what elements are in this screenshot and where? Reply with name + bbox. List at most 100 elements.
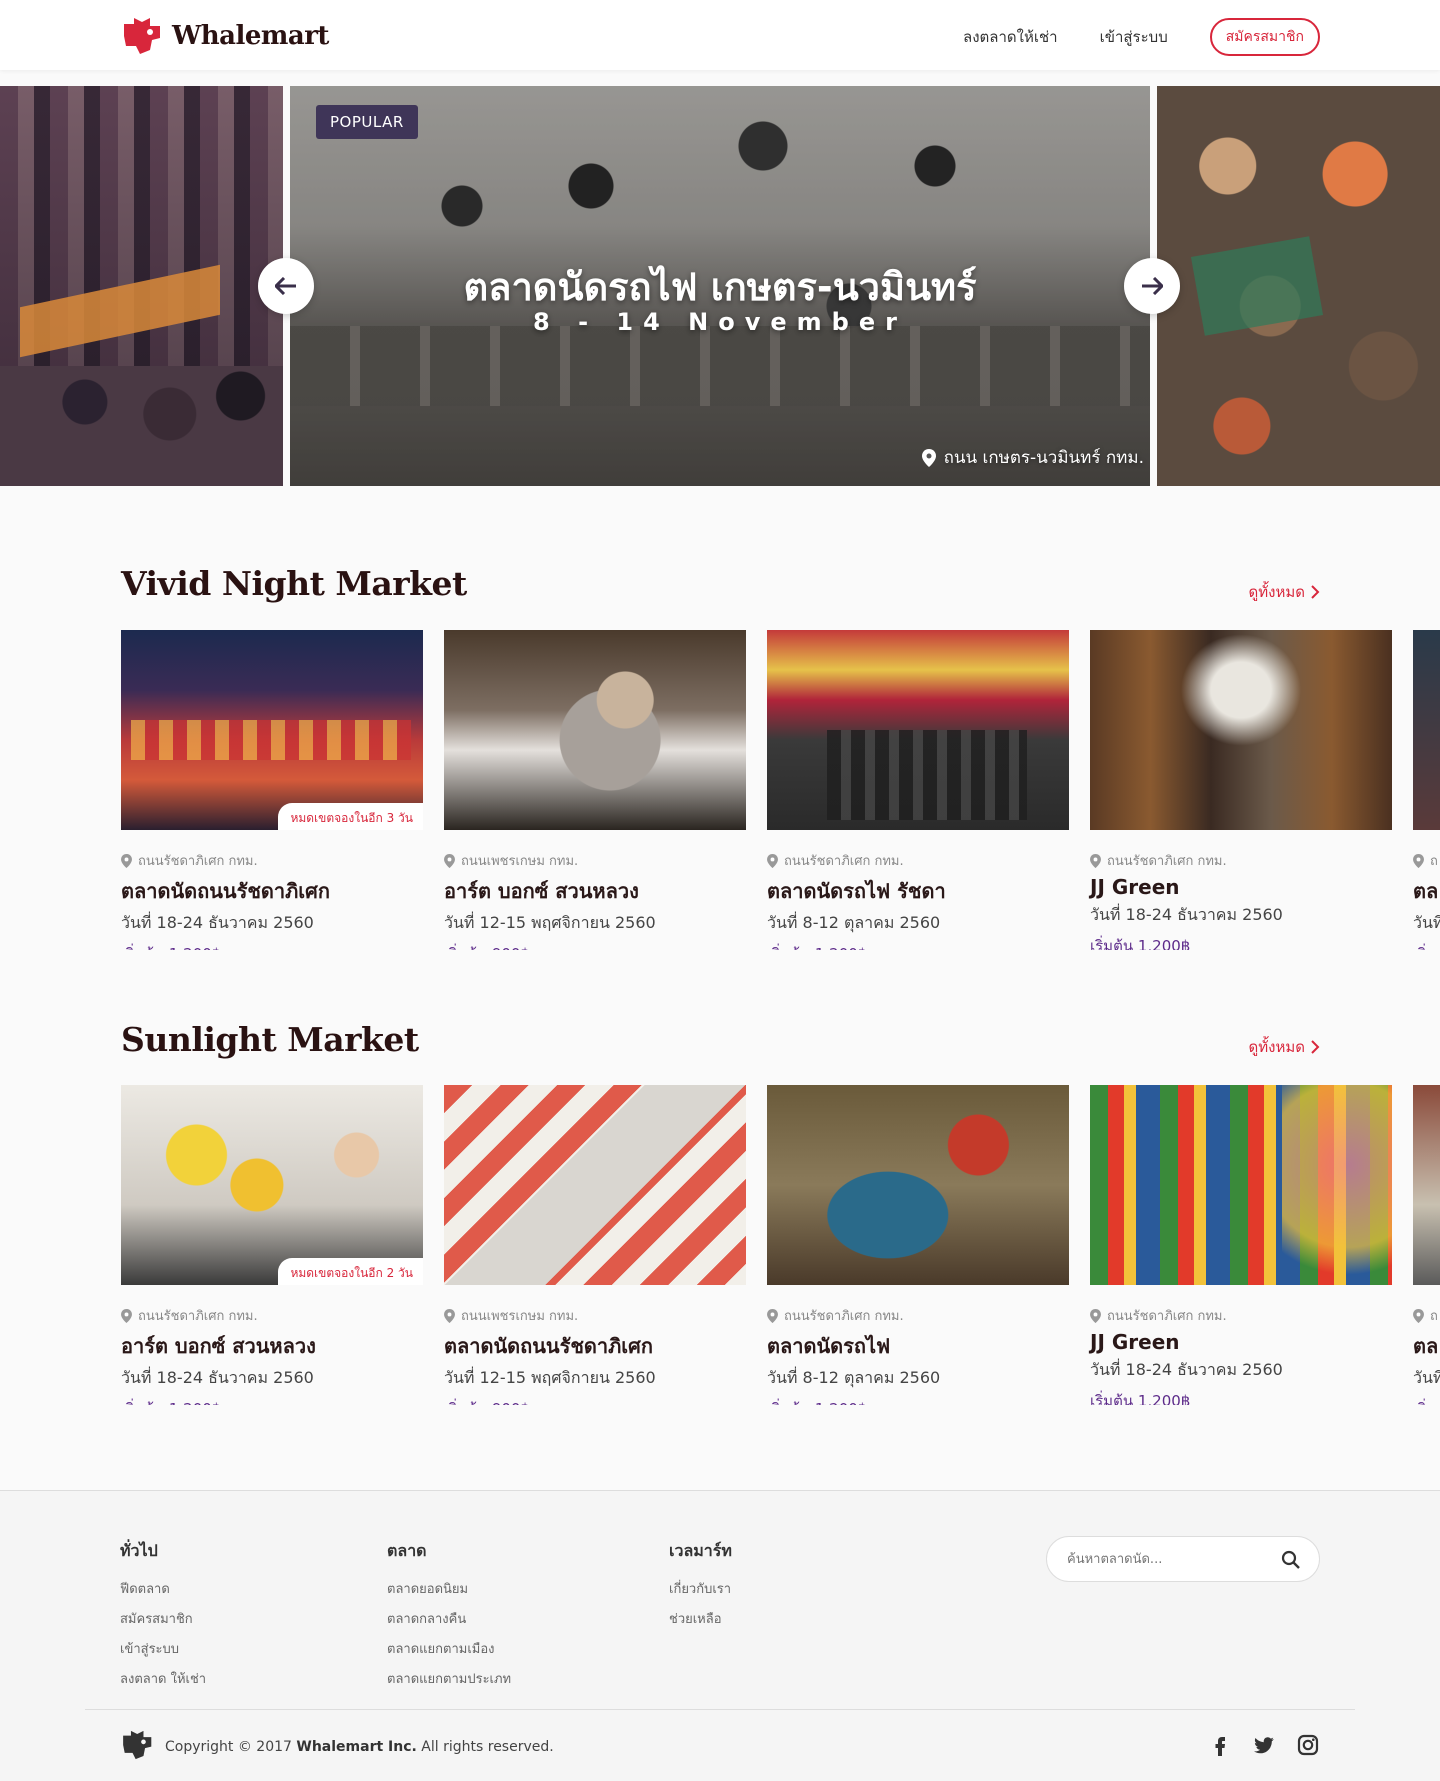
card-date: วันที่ 18-24 ธันวาคม 2560 [1090, 1360, 1283, 1379]
card-date: วันที่ 8-12 ตุลาคม 2560 [767, 1368, 941, 1387]
market-card[interactable]: ถนนรัชดาภิเศก กทม. ตลาดนัดรถไฟ รัชดา วัน… [767, 630, 1069, 950]
see-all-sunlight-link[interactable]: ดูทั้งหมด [1249, 1035, 1320, 1059]
card-image [1090, 630, 1392, 830]
market-card[interactable]: ถนนรัชดาภิเศก กทม. ตลาดนัดรถไฟ วันที่ 8-… [767, 1085, 1069, 1405]
market-card[interactable]: หมดเขตจองในอีก 3 วัน ถนนรัชดาภิเศก กทม. … [121, 630, 423, 950]
location-pin-icon [1413, 1308, 1424, 1323]
card-title: JJ Green [1090, 875, 1180, 899]
instagram-icon[interactable] [1296, 1733, 1320, 1757]
market-card[interactable]: ถนนรัชดาภิเศก กทม. JJ Green วันที่ 18-24… [1090, 630, 1392, 950]
copyright-text: Copyright © 2017 Whalemart Inc. All righ… [165, 1739, 554, 1755]
hero-date: 8 - 14 November [533, 308, 907, 336]
login-link[interactable]: เข้าสู่ระบบ [1100, 25, 1168, 49]
site-footer: ทั่วไป ฟีดตลาด สมัครสมาชิก เข้าสู่ระบบ ล… [0, 1490, 1440, 1781]
signup-button[interactable]: สมัครสมาชิก [1209, 18, 1320, 56]
card-date: วันที่ 12-15 พฤศจิกายน 2560 [444, 1368, 656, 1387]
card-date: วันที่ [1413, 1368, 1440, 1387]
twitter-icon[interactable] [1252, 1733, 1276, 1757]
section-title-sunlight: Sunlight Market [121, 1020, 419, 1059]
site-header: Whalemart ลงตลาดให้เช่า เข้าสู่ระบบ สมัค… [0, 0, 1440, 70]
card-date: วันที่ 18-24 ธันวาคม 2560 [121, 1368, 314, 1387]
footer-link[interactable]: สมัครสมาชิก [120, 1608, 206, 1629]
card-price: เริ่มต้น 1,200฿ [121, 1397, 423, 1405]
card-price: เริ่มต้น 1,200฿ [121, 942, 423, 950]
card-price: เริ่มต้น 1,200฿ [767, 942, 1069, 950]
footer-link[interactable]: เข้าสู่ระบบ [120, 1638, 206, 1659]
see-all-vivid-link[interactable]: ดูทั้งหมด [1249, 580, 1320, 604]
footer-link[interactable]: ตลาดแยกตามประเภท [387, 1668, 511, 1689]
hero-prev-image [20, 264, 220, 358]
location-pin-icon [121, 853, 132, 868]
card-image: หมดเขตจองในอีก 3 วัน [121, 630, 423, 830]
footer-column-whalemart: เวลมาร์ท เกี่ยวกับเรา ช่วยเหลือ [669, 1539, 732, 1638]
chevron-right-icon [1311, 585, 1320, 599]
card-price: เริ่มต้น 1,200฿ [1090, 1392, 1191, 1405]
sunlight-market-row: หมดเขตจองในอีก 2 วัน ถนนรัชดาภิเศก กทม. … [121, 1085, 1440, 1405]
footer-link[interactable]: ฟีดตลาด [120, 1578, 206, 1599]
card-price: เริ่มต้น 1,200฿ [1090, 937, 1191, 950]
market-card[interactable]: ถนนรัชดาภิเศก กทม. JJ Green วันที่ 18-24… [1090, 1085, 1392, 1405]
hero-slide-next[interactable] [1157, 86, 1440, 486]
hero-slide-prev[interactable] [0, 86, 283, 486]
footer-link[interactable]: ตลาดแยกตามเมือง [387, 1638, 511, 1659]
footer-heading: ทั่วไป [120, 1541, 158, 1560]
card-location: ถนนรัชดาภิเศก กทม. [138, 854, 258, 869]
card-title: ตลาดนัดรถไฟ [767, 1334, 891, 1358]
market-card[interactable]: ถนนเพชรเกษม กทม. อาร์ต บอกซ์ สวนหลวง วัน… [444, 630, 746, 950]
search-input[interactable] [1067, 1549, 1267, 1569]
location-pin-icon [1090, 853, 1101, 868]
whale-logo-icon [124, 18, 160, 54]
footer-link[interactable]: ตลาดยอดนิยม [387, 1578, 511, 1599]
footer-heading: เวลมาร์ท [669, 1541, 732, 1560]
location-pin-icon [767, 1308, 778, 1323]
market-card[interactable]: ถนนเพชรเกษม กทม. ตลาดนัดถนนรัชดาภิเศก วั… [444, 1085, 746, 1405]
whale-logo-icon[interactable] [120, 1729, 156, 1761]
hero-location-text: ถนน เกษตร-นวมินทร์ กทม. [943, 448, 1144, 468]
card-date: วันที่ 18-24 ธันวาคม 2560 [1090, 905, 1283, 924]
carousel-prev-button[interactable] [258, 258, 314, 314]
footer-link[interactable]: ตลาดกลางคืน [387, 1608, 511, 1629]
location-pin-icon [444, 1308, 455, 1323]
popular-badge: POPULAR [316, 105, 418, 139]
card-date: วันที่ 18-24 ธันวาคม 2560 [121, 913, 314, 932]
card-title: ตลาดนัดถนนรัชดาภิเศก [121, 879, 330, 903]
market-card[interactable]: ถ ตล วันที่ เริ่มต [1413, 630, 1440, 950]
hero-prev-image-crowd [0, 366, 283, 486]
card-image [1413, 1085, 1440, 1285]
location-pin-icon [767, 853, 778, 868]
card-location: ถนนรัชดาภิเศก กทม. [784, 1309, 904, 1324]
carousel-next-button[interactable] [1124, 258, 1180, 314]
logo[interactable]: Whalemart [120, 16, 329, 56]
footer-link[interactable]: ลงตลาด ให้เช่า [120, 1668, 206, 1689]
location-pin-icon [1090, 1308, 1101, 1323]
market-card[interactable]: ถ ตล วันที่ เริ่มต [1413, 1085, 1440, 1405]
footer-column-market: ตลาด ตลาดยอดนิยม ตลาดกลางคืน ตลาดแยกตามเ… [387, 1539, 511, 1698]
card-image [1090, 1085, 1392, 1285]
card-image [444, 630, 746, 830]
card-image [767, 630, 1069, 830]
arrow-left-icon [275, 277, 296, 295]
market-card[interactable]: หมดเขตจองในอีก 2 วัน ถนนรัชดาภิเศก กทม. … [121, 1085, 423, 1405]
footer-link[interactable]: เกี่ยวกับเรา [669, 1578, 732, 1599]
chevron-right-icon [1311, 1040, 1320, 1054]
location-pin-icon [121, 1308, 132, 1323]
card-title: อาร์ต บอกซ์ สวนหลวง [444, 879, 639, 903]
footer-divider [85, 1709, 1355, 1710]
card-location: ถ [1430, 1309, 1438, 1324]
facebook-icon[interactable] [1208, 1733, 1232, 1757]
card-location: ถนนรัชดาภิเศก กทม. [138, 1309, 258, 1324]
card-price: เริ่มต้น 900฿ [444, 942, 746, 950]
card-title: JJ Green [1090, 1330, 1180, 1354]
card-location: ถนนรัชดาภิเศก กทม. [784, 854, 904, 869]
location-pin-icon [444, 853, 455, 868]
location-pin-icon [1413, 853, 1424, 868]
section-title-vivid: Vivid Night Market [121, 564, 467, 603]
arrow-right-icon [1142, 277, 1163, 295]
card-title: ตลาดนัดรถไฟ รัชดา [767, 879, 946, 903]
footer-link[interactable]: ช่วยเหลือ [669, 1608, 732, 1629]
list-market-link[interactable]: ลงตลาดให้เช่า [963, 25, 1058, 49]
card-location: ถ [1430, 854, 1438, 869]
card-title: อาร์ต บอกซ์ สวนหลวง [121, 1334, 316, 1358]
search-icon[interactable] [1281, 1550, 1301, 1570]
card-location: ถนนรัชดาภิเศก กทม. [1107, 854, 1227, 869]
